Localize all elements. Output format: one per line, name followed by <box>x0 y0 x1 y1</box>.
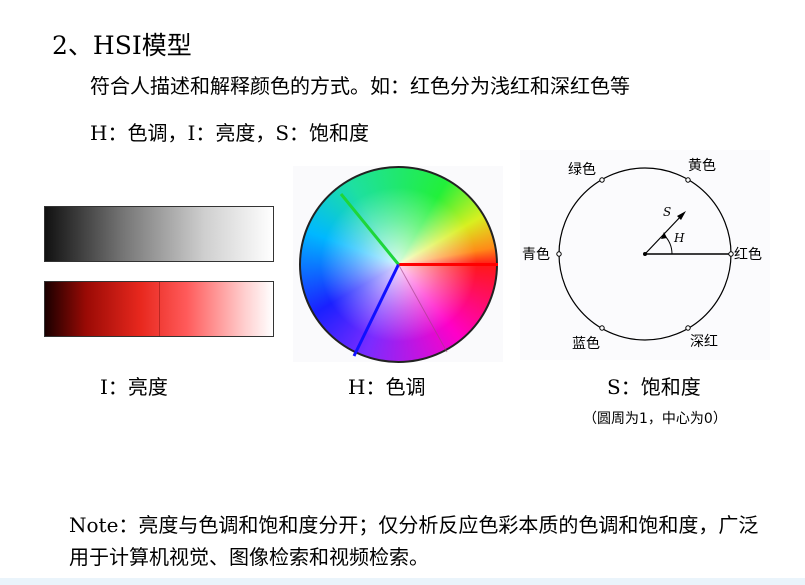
description-text: 符合人描述和解释颜色的方式。如：红色分为浅红和深红色等 <box>90 74 630 98</box>
red-label: 红色 <box>734 246 762 263</box>
saturation-note: （圆周为1，中心为0） <box>583 411 727 427</box>
section-title: 2、HSI模型 <box>52 31 192 60</box>
s-vector-label: S <box>663 205 671 219</box>
h-angle-label: H <box>673 231 685 245</box>
red-marker <box>728 251 734 257</box>
magenta-spoke <box>398 264 448 353</box>
note-paragraph: Note：亮度与色调和饱和度分开；仅分析反应色彩本质的色调和饱和度，广泛用于计算… <box>69 513 759 569</box>
blue-spoke <box>352 263 400 357</box>
green-label: 绿色 <box>568 161 596 178</box>
intensity-caption: I：亮度 <box>100 375 168 399</box>
yellow-label: 黄色 <box>688 157 716 174</box>
saturation-diagram: 绿色 黄色 青色 红色 蓝色 深红 S H <box>522 157 762 352</box>
deep-red-label: 深红 <box>690 334 718 350</box>
components-text: H：色调，I：亮度，S：饱和度 <box>90 121 370 145</box>
gradient-divider <box>159 282 160 336</box>
green-marker <box>599 177 605 183</box>
intensity-red-gradient <box>44 281 274 337</box>
hue-caption: H：色调 <box>348 375 426 399</box>
blue-label: 蓝色 <box>572 335 600 352</box>
hue-wheel-spokes <box>339 193 498 357</box>
center-point <box>643 252 647 256</box>
deep-red-marker <box>685 325 691 331</box>
blue-marker <box>599 325 605 331</box>
saturation-caption: S：饱和度 <box>607 375 701 399</box>
slide-bottom-strip <box>0 578 805 585</box>
cyan-label: 青色 <box>522 246 550 263</box>
yellow-marker <box>685 177 691 183</box>
cyan-marker <box>556 251 562 257</box>
green-spoke <box>339 193 400 266</box>
intensity-gray-gradient <box>44 206 274 262</box>
